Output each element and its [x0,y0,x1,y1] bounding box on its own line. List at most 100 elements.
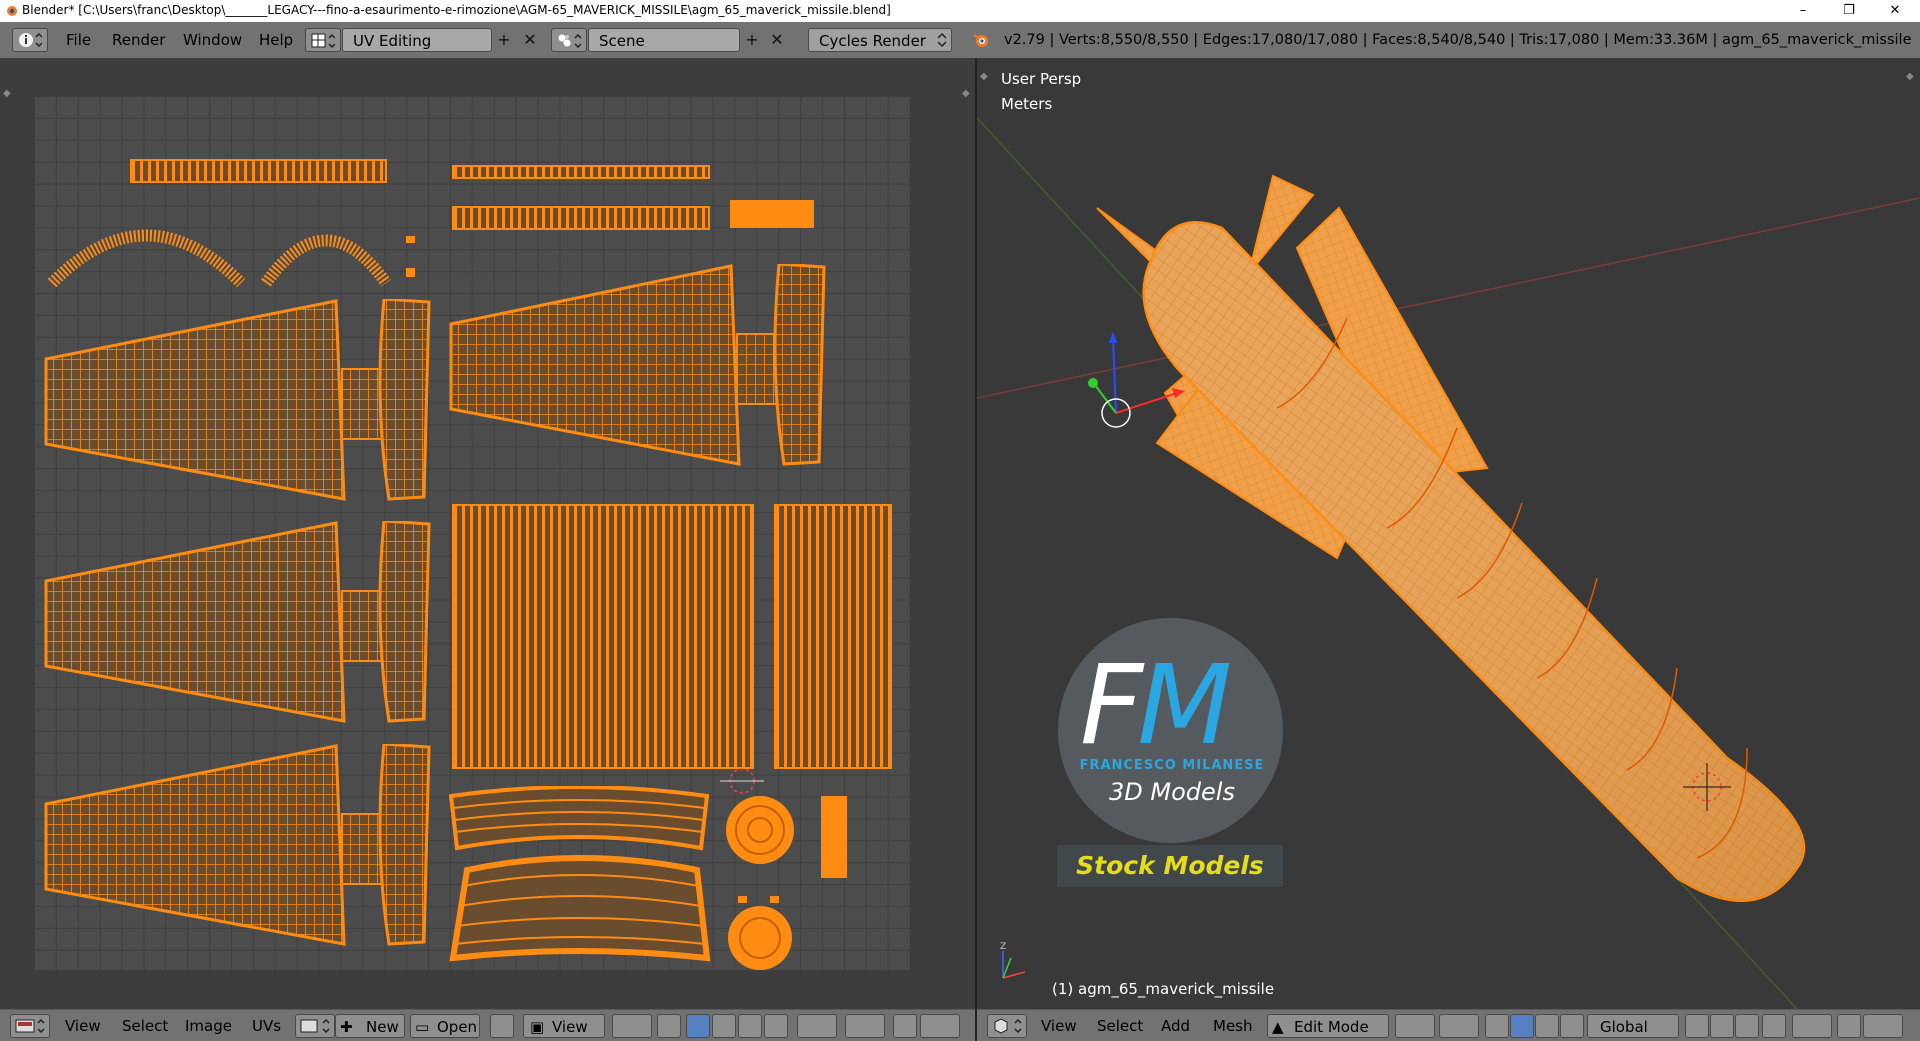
blender-logo-icon [7,6,17,16]
scale-manipulator-icon[interactable] [1560,1014,1584,1038]
chevron-updown-icon [937,32,947,48]
pivot-dropdown[interactable] [612,1014,652,1038]
editor-type-button[interactable] [987,1014,1027,1038]
layout-icon [311,33,335,49]
delete-screen-button[interactable]: ✕ [520,29,540,51]
scene-icon [558,33,581,49]
edit-mode-icon: ▲ [1272,1018,1284,1036]
3d-menu-view[interactable]: View [1041,1017,1077,1035]
view-mode-dropdown[interactable]: ▣ View [523,1014,605,1038]
uv-island-bands[interactable] [449,786,749,966]
uv-island-body[interactable] [452,504,754,769]
open-image-button[interactable]: ▭ Open [410,1014,480,1038]
pin-icon[interactable] [490,1014,514,1038]
interaction-mode-dropdown[interactable]: ▲ Edit Mode [1267,1014,1389,1038]
fm-logo-letters: FM [1080,650,1232,760]
uv-grid-canvas[interactable] [34,96,910,970]
region-toggle-left[interactable]: ◆ [3,88,11,99]
uv-editor-header: View Select Image UVs ✚ New ▭ Open ▣ View [0,1009,975,1041]
new-image-button[interactable]: ✚ New [335,1014,405,1038]
fm-letter-f: F [1080,641,1143,769]
transform-orientation-dropdown[interactable]: Global [1587,1014,1679,1038]
interaction-mode-label: Edit Mode [1294,1018,1369,1036]
uv-island-fin[interactable] [449,264,839,474]
close-button[interactable]: ✕ [1872,0,1918,22]
add-scene-button[interactable]: + [742,29,762,51]
menu-file[interactable]: File [66,31,91,49]
scene-browse-button[interactable] [551,28,587,52]
snap-element-dropdown[interactable] [845,1014,885,1038]
vertex-select-icon[interactable] [686,1014,710,1038]
delete-scene-button[interactable]: ✕ [767,29,787,51]
face-select-icon[interactable] [738,1014,762,1038]
plus-icon: ✚ [340,1018,353,1036]
uv-menu-image[interactable]: Image [185,1017,232,1035]
3d-menu-add[interactable]: Add [1161,1017,1190,1035]
uv-menu-uvs[interactable]: UVs [252,1017,281,1035]
3d-view-header: View Select Add Mesh ▲ Edit Mode Global [977,1009,1920,1041]
proportional-editing-dropdown[interactable] [1792,1014,1832,1038]
uv-island-body[interactable] [774,504,892,769]
uv-menu-view[interactable]: View [65,1017,101,1035]
editor-type-button[interactable] [10,1014,50,1038]
uv-menu-select[interactable]: Select [122,1017,168,1035]
face-select-mode-icon[interactable] [1735,1014,1759,1038]
window-title: Blender* [C:\Users\franc\Desktop\_______… [22,3,891,17]
edge-select-icon[interactable] [712,1014,736,1038]
uv-island-block[interactable] [730,200,814,228]
minimize-button[interactable]: – [1780,0,1826,22]
add-screen-button[interactable]: + [494,29,514,51]
screen-layout-button[interactable] [305,28,341,52]
viewport-shading-dropdown[interactable] [1395,1014,1435,1038]
3d-menu-select[interactable]: Select [1097,1017,1143,1035]
edge-select-mode-icon[interactable] [1710,1014,1734,1038]
3d-view-icon [994,1018,1022,1034]
uv-island-arcs[interactable] [46,208,446,288]
folder-icon: ▭ [415,1018,430,1036]
image-editor-icon [15,1018,45,1034]
restore-button[interactable]: ❐ [1826,0,1872,22]
logo-author-name: FRANCESCO MILANESE [1079,758,1265,773]
snap-element-dropdown[interactable] [1863,1014,1903,1038]
menu-window[interactable]: Window [183,31,242,49]
manipulator-toggle-icon[interactable] [1485,1014,1509,1038]
sticky-select-icon[interactable] [657,1014,681,1038]
uv-image-editor[interactable]: ◆ ◆ [0,58,975,1009]
window-title-bar: Blender* [C:\Users\franc\Desktop\_______… [0,0,1920,23]
image-browse-button[interactable] [295,1014,335,1038]
vertex-select-mode-icon[interactable] [1685,1014,1709,1038]
menu-render[interactable]: Render [112,31,165,49]
open-image-label: Open [437,1018,478,1036]
region-toggle-right[interactable]: ◆ [962,88,970,99]
uv-island-fin[interactable] [44,299,434,509]
occlude-geometry-icon[interactable] [1762,1014,1786,1038]
snap-toggle-icon[interactable] [1837,1014,1861,1038]
uv-island-strip[interactable] [130,159,387,183]
logo-subtitle: 3D Models [1109,778,1235,806]
uv-island-strip[interactable] [452,206,710,230]
translate-manipulator-icon[interactable] [1510,1014,1534,1038]
island-select-icon[interactable] [764,1014,788,1038]
view-mode-label: View [552,1018,588,1036]
rotate-manipulator-icon[interactable] [1535,1014,1559,1038]
screen-layout-label: UV Editing [353,32,432,50]
proportional-edit-dropdown[interactable] [797,1014,837,1038]
render-engine-dropdown[interactable]: Cycles Render [808,28,952,52]
blender-logo-icon [973,34,988,47]
new-image-label: New [366,1018,399,1036]
editor-type-info-button[interactable] [12,28,48,52]
uv-island-fin[interactable] [44,744,434,954]
pivot-point-dropdown[interactable] [1439,1014,1479,1038]
uv-island-fin[interactable] [44,521,434,731]
2d-cursor-icon [720,768,764,794]
menu-help[interactable]: Help [259,31,293,49]
screen-layout-dropdown[interactable]: UV Editing [342,28,492,52]
uv-island-strip[interactable] [452,165,710,179]
snap-target-dropdown[interactable] [920,1014,960,1038]
3d-menu-mesh[interactable]: Mesh [1213,1017,1253,1035]
snap-icon[interactable] [893,1014,917,1038]
view-mode-icon: ▣ [530,1018,545,1036]
axis-widget-icon: Z [1000,942,1026,979]
scene-dropdown[interactable]: Scene [588,28,740,52]
uv-island-caps[interactable] [724,794,924,974]
